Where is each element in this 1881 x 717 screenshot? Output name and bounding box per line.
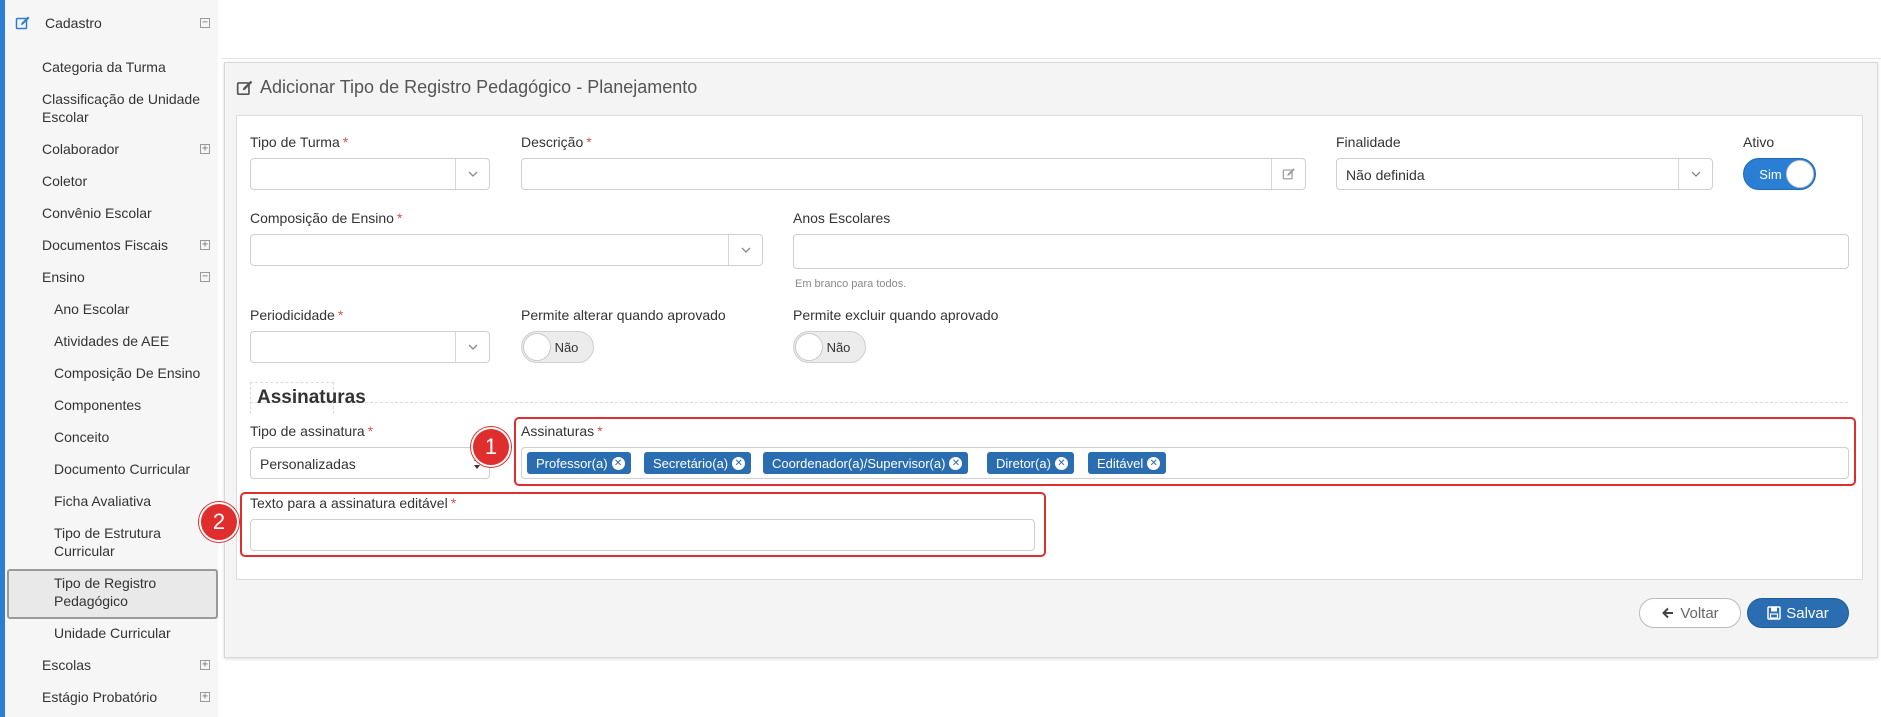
sidebar-item-label: Ano Escolar bbox=[54, 301, 130, 317]
sidebar-item-label: Documentos Fiscais bbox=[42, 237, 169, 253]
sidebar-item-estagio[interactable]: Estágio Probatório + bbox=[42, 688, 218, 706]
permite-excluir-value: Não bbox=[826, 339, 851, 355]
sidebar-item-label: Unidade Curricular bbox=[54, 625, 171, 641]
sidebar-item-ensino[interactable]: Ensino − bbox=[42, 268, 218, 286]
ativo-value: Sim bbox=[1759, 166, 1782, 182]
tipo-turma-select[interactable] bbox=[250, 158, 490, 190]
section-divider bbox=[250, 402, 1848, 403]
finalidade-label: Finalidade bbox=[1336, 134, 1401, 150]
sidebar-item-componentes[interactable]: Componentes bbox=[54, 396, 218, 414]
ativo-toggle[interactable]: Sim bbox=[1743, 158, 1816, 190]
collapse-icon[interactable]: − bbox=[200, 18, 210, 28]
sidebar-item-label: Documento Curricular bbox=[54, 461, 191, 477]
sidebar-item-label: Tipo de Registro Pedagógico bbox=[54, 575, 157, 609]
page-title: Adicionar Tipo de Registro Pedagógico - … bbox=[236, 77, 697, 98]
tipo-assinatura-label: Tipo de assinatura * bbox=[250, 423, 374, 439]
sidebar-section-cadastro[interactable]: Cadastro − bbox=[5, 14, 218, 32]
chevron-down-icon bbox=[455, 159, 489, 189]
chevron-down-icon bbox=[728, 235, 762, 265]
back-button-label: Voltar bbox=[1680, 604, 1719, 622]
sidebar-item-tipo-registro[interactable]: Tipo de Registro Pedagógico bbox=[54, 574, 174, 610]
sidebar-item-label: Estágio Probatório bbox=[42, 689, 158, 705]
anos-escolares-hint: Em branco para todos. bbox=[795, 278, 907, 290]
sidebar-item-label: Classificação de Unidade Escolar bbox=[42, 91, 200, 125]
ativo-label: Ativo bbox=[1743, 134, 1775, 150]
edit-icon bbox=[15, 16, 30, 30]
sidebar-item-label: Convênio Escolar bbox=[42, 205, 152, 221]
sidebar-item-label: Categoria da Turma bbox=[42, 59, 166, 75]
toggle-knob bbox=[795, 333, 823, 361]
sidebar-item-ficha-avaliativa[interactable]: Ficha Avaliativa bbox=[54, 492, 218, 510]
sidebar-item-convenio[interactable]: Convênio Escolar bbox=[42, 204, 218, 222]
edit-icon[interactable] bbox=[1271, 159, 1305, 189]
save-icon bbox=[1767, 606, 1781, 620]
sidebar-item-label: Tipo de Estrutura Curricular bbox=[54, 525, 161, 559]
sidebar-item-unidade-curricular[interactable]: Unidade Curricular bbox=[54, 624, 218, 642]
highlight-box-2 bbox=[240, 492, 1046, 557]
collapse-icon[interactable]: − bbox=[200, 272, 210, 282]
finalidade-value: Não definida bbox=[1346, 167, 1425, 183]
sidebar-item-label: Composição De Ensino bbox=[54, 365, 201, 381]
highlight-box-1 bbox=[514, 417, 1856, 486]
toggle-knob bbox=[1786, 160, 1814, 188]
sidebar-item-label: Ficha Avaliativa bbox=[54, 493, 152, 509]
periodicidade-label: Periodicidade * bbox=[250, 307, 344, 323]
sidebar-item-colaborador[interactable]: Colaborador + bbox=[42, 140, 218, 158]
periodicidade-select[interactable] bbox=[250, 331, 490, 363]
composicao-label: Composição de Ensino * bbox=[250, 210, 403, 226]
permite-alterar-value: Não bbox=[554, 339, 579, 355]
sidebar-item-composicao[interactable]: Composição De Ensino bbox=[54, 364, 218, 382]
sidebar-item-categoria-turma[interactable]: Categoria da Turma bbox=[42, 58, 218, 76]
annotation-marker-1: 1 bbox=[471, 427, 511, 467]
edit-icon bbox=[236, 80, 253, 95]
anos-escolares-input[interactable] bbox=[793, 234, 1849, 269]
expand-icon[interactable]: + bbox=[200, 144, 210, 154]
tipo-assinatura-select[interactable]: Personalizadas bbox=[250, 447, 490, 479]
sidebar-item-conceito[interactable]: Conceito bbox=[54, 428, 218, 446]
composicao-select[interactable] bbox=[250, 234, 763, 266]
toggle-knob bbox=[523, 333, 551, 361]
sidebar-item-label: Atividades de AEE bbox=[54, 333, 170, 349]
sidebar-section-label: Cadastro bbox=[45, 15, 102, 31]
permite-alterar-toggle[interactable]: Não bbox=[521, 331, 594, 363]
tipo-turma-label: Tipo de Turma * bbox=[250, 134, 349, 150]
tipo-assinatura-value: Personalizadas bbox=[260, 456, 356, 472]
sidebar-item-documento-curricular[interactable]: Documento Curricular bbox=[54, 460, 218, 478]
sidebar-item-ano-escolar[interactable]: Ano Escolar bbox=[54, 300, 218, 318]
descricao-label: Descrição * bbox=[521, 134, 592, 150]
sidebar-item-label: Componentes bbox=[54, 397, 142, 413]
expand-icon[interactable]: + bbox=[200, 660, 210, 670]
section-title-assinaturas: Assinaturas bbox=[250, 382, 366, 414]
sidebar-item-label: Escolas bbox=[42, 657, 92, 673]
chevron-down-icon bbox=[455, 332, 489, 362]
back-button[interactable]: Voltar bbox=[1639, 598, 1741, 628]
arrow-left-icon bbox=[1662, 607, 1674, 619]
page-title-text: Adicionar Tipo de Registro Pedagógico - … bbox=[260, 77, 698, 97]
save-button[interactable]: Salvar bbox=[1747, 598, 1849, 628]
sidebar-item-escolas[interactable]: Escolas + bbox=[42, 656, 218, 674]
sidebar-item-atividades-aee[interactable]: Atividades de AEE bbox=[54, 332, 218, 350]
sidebar-item-label: Ensino bbox=[42, 269, 85, 285]
permite-excluir-label: Permite excluir quando aprovado bbox=[793, 307, 999, 323]
sidebar-item-label: Coletor bbox=[42, 173, 88, 189]
expand-icon[interactable]: + bbox=[200, 692, 210, 702]
sidebar-item-tipo-estrutura[interactable]: Tipo de Estrutura Curricular bbox=[54, 524, 184, 560]
sidebar-item-label: Colaborador bbox=[42, 141, 120, 157]
header-divider bbox=[222, 58, 1881, 59]
chevron-down-icon bbox=[1678, 159, 1712, 189]
anos-escolares-label: Anos Escolares bbox=[793, 210, 891, 226]
expand-icon[interactable]: + bbox=[200, 240, 210, 250]
sidebar-item-documentos-fiscais[interactable]: Documentos Fiscais + bbox=[42, 236, 218, 254]
sidebar-item-label: Conceito bbox=[54, 429, 110, 445]
sidebar-item-coletor[interactable]: Coletor bbox=[42, 172, 218, 190]
descricao-input[interactable] bbox=[521, 158, 1306, 190]
finalidade-select[interactable]: Não definida bbox=[1336, 158, 1713, 190]
annotation-marker-2: 2 bbox=[199, 502, 239, 542]
sidebar-item-classificacao[interactable]: Classificação de Unidade Escolar bbox=[42, 90, 212, 126]
save-button-label: Salvar bbox=[1786, 604, 1829, 622]
sidebar: Cadastro − Categoria da Turma Classifica… bbox=[0, 0, 218, 717]
permite-excluir-toggle[interactable]: Não bbox=[793, 331, 866, 363]
permite-alterar-label: Permite alterar quando aprovado bbox=[521, 307, 726, 323]
